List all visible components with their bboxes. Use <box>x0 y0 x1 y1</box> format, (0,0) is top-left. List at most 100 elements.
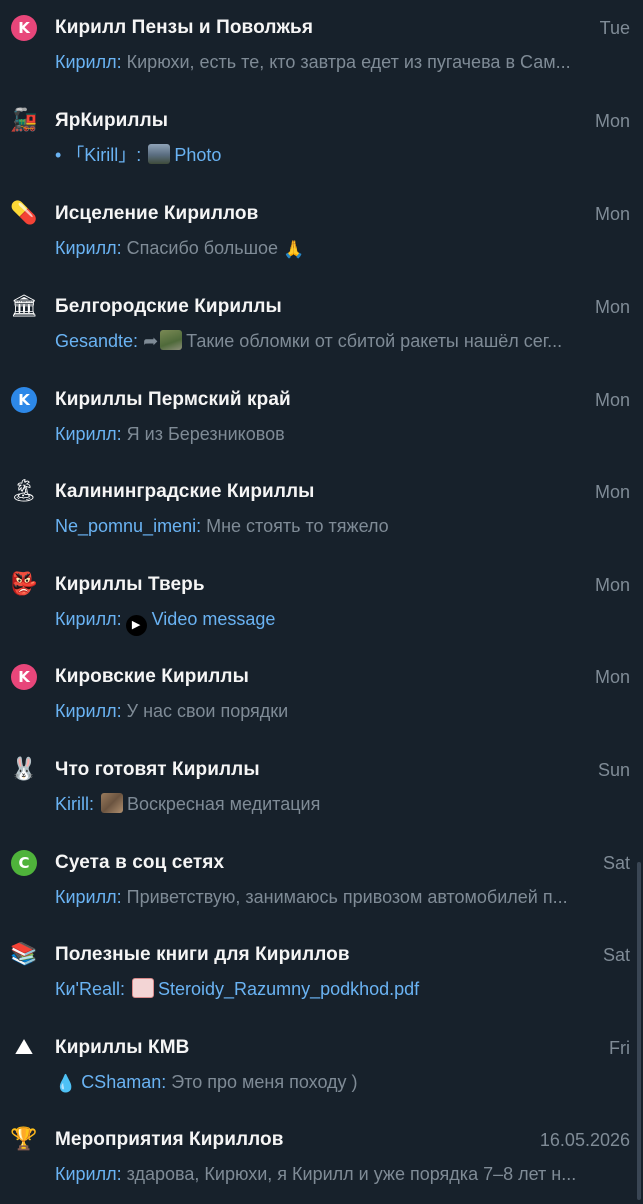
chat-preview: • 「Kirill」: Photo <box>55 143 630 167</box>
preview-sender: Ne_pomnu_imeni: <box>55 516 202 536</box>
bunny-icon: 🐰 <box>10 756 38 781</box>
preview-sender: Кирилл: <box>55 52 122 72</box>
preview-sender: Кирилл: <box>55 238 122 258</box>
chat-title: Исцеление Кириллов <box>55 203 259 224</box>
preview-sender: Кирилл: <box>55 1164 122 1184</box>
preview-text: У нас свои порядки <box>126 701 289 721</box>
chat-time: Mon <box>594 390 630 410</box>
chat-row[interactable]: 🚂 ЯрКириллы Mon • 「Kirill」: Photo <box>0 93 643 185</box>
preview-sender: Кирилл: <box>55 424 122 444</box>
preview-text: Я из Березниковов <box>126 424 285 444</box>
chat-row[interactable]: 🐰 Что готовят Кириллы Sun Kirill: Воскре… <box>0 742 643 834</box>
media-label: Video message <box>151 609 276 629</box>
preview-text: Спасибо большое <box>126 238 279 258</box>
forward-arrow-icon: ➦ <box>143 331 159 351</box>
chat-row[interactable]: ⛰ Кириллы КМВ Fri 💧 CShaman: Это про мен… <box>0 1020 643 1112</box>
preview-sender: CShaman: <box>81 1072 167 1092</box>
scrollbar[interactable] <box>637 862 641 1200</box>
preview-sender: Kirill: <box>55 794 94 814</box>
preview-text: Мне стоять то тяжело <box>206 516 389 536</box>
chat-time: Sun <box>597 760 630 780</box>
preview-sender: Gesandte: <box>55 331 139 351</box>
chat-preview: Кирилл: Приветствую, занимаюсь привозом … <box>55 885 630 909</box>
avatar: K <box>11 15 37 41</box>
chat-row[interactable]: 💊 Исцеление Кириллов Mon Кирилл: Спасибо… <box>0 186 643 278</box>
chat-title: Кирилл Пензы и Поволжья <box>55 17 314 38</box>
chat-title: Калининградские Кириллы <box>55 481 315 502</box>
preview-sender: Кирилл: <box>55 701 122 721</box>
chat-time: Mon <box>594 204 630 224</box>
chat-row[interactable]: C Суета в соц сетях Sat Кирилл: Приветст… <box>0 835 643 927</box>
preview-text: Это про меня походу ) <box>171 1072 358 1092</box>
chat-preview: Кирилл: Спасибо большое 🙏 <box>55 236 630 262</box>
chat-preview: Кирилл: здарова, Кирюхи, я Кирилл и уже … <box>55 1162 630 1186</box>
pill-icon: 💊 <box>10 200 38 225</box>
video-message-play-icon: ▶ <box>125 615 147 636</box>
preview-sender: Кирилл: <box>55 887 122 907</box>
chat-title: Полезные книги для Кириллов <box>55 944 350 965</box>
chat-time: Sat <box>602 853 630 873</box>
chat-time: Mon <box>594 575 630 595</box>
chat-preview: Ne_pomnu_imeni: Мне стоять то тяжело <box>55 514 630 538</box>
chat-preview: Gesandte: ➦ Такие обломки от сбитой ракет… <box>55 329 630 353</box>
mountain-icon: ⛰ <box>14 1034 34 1059</box>
chat-title: ЯрКириллы <box>55 110 169 131</box>
media-label: Steroidy_Razumny_podkhod.pdf <box>158 979 420 999</box>
chat-time: Mon <box>594 111 630 131</box>
preview-sender: Ки'Reall: <box>55 979 125 999</box>
chat-row[interactable]: K Кировские Кириллы Mon Кирилл: У нас св… <box>0 649 643 741</box>
pdf-thumbnail-icon <box>132 978 155 998</box>
preview-text: Воскресная медитация <box>127 794 321 814</box>
chat-title: Кириллы Пермский край <box>55 389 291 410</box>
classical-building-icon: 🏛 <box>10 293 38 318</box>
chat-row[interactable]: 🏆 Мероприятия Кириллов 16.05.2026 Кирилл… <box>0 1112 643 1204</box>
chat-preview: Ки'Reall: Steroidy_Razumny_podkhod.pdf <box>55 977 630 1001</box>
image-thumbnail-icon <box>160 330 183 350</box>
chat-row[interactable]: 📚 Полезные книги для Кириллов Sat Ки'Rea… <box>0 927 643 1019</box>
chat-title: Кириллы КМВ <box>55 1037 190 1058</box>
chat-row[interactable]: K Кирилл Пензы и Поволжья Tue Кирилл: Ки… <box>0 0 643 92</box>
chat-preview: Кирилл: У нас свои порядки <box>55 699 630 723</box>
avatar: K <box>11 387 37 413</box>
chat-preview: Кирилл: Кирюхи, есть те, кто завтра едет… <box>55 50 630 74</box>
chat-title: Кировские Кириллы <box>55 666 249 687</box>
chat-time: Mon <box>594 667 630 687</box>
chat-preview: 💧 CShaman: Это про меня походу ) <box>55 1070 630 1096</box>
chat-title: Белгородские Кириллы <box>55 296 282 317</box>
books-icon: 📚 <box>10 941 38 966</box>
chat-list: K Кирилл Пензы и Поволжья Tue Кирилл: Ки… <box>0 0 643 1200</box>
chat-time: Mon <box>594 297 630 317</box>
avatar: C <box>11 850 37 876</box>
chat-row[interactable]: 🏛 Белгородские Кириллы Mon Gesandte: ➦ Та… <box>0 279 643 371</box>
preview-text: Приветствую, занимаюсь привозом автомоби… <box>126 887 568 907</box>
chat-time: Sat <box>602 945 630 965</box>
preview-text: Такие обломки от сбитой ракеты нашёл сег… <box>186 331 563 351</box>
preview-sender: • 「Kirill」: <box>55 145 142 165</box>
chat-time: Fri <box>609 1038 630 1058</box>
chat-title: Суета в соц сетях <box>55 852 225 873</box>
avatar: K <box>11 664 37 690</box>
image-thumbnail-icon <box>101 793 124 813</box>
train-icon: 🚂 <box>10 107 38 132</box>
chat-row[interactable]: 👺 Кириллы Тверь Mon Кирилл: ▶ Video messag… <box>0 557 643 649</box>
media-label: Photo <box>174 145 222 165</box>
preview-sender: Кирилл: <box>55 609 122 629</box>
chat-title: Кириллы Тверь <box>55 574 205 595</box>
chat-title: Мероприятия Кириллов <box>55 1129 284 1150</box>
droplet-icon: 💧 <box>55 1074 77 1093</box>
chat-time: 16.05.2026 <box>539 1130 630 1150</box>
desert-island-icon: 🏝 <box>10 478 38 503</box>
praying-hands-icon: 🙏 <box>283 240 305 259</box>
preview-text: здарова, Кирюхи, я Кирилл и уже порядка … <box>126 1164 577 1184</box>
chat-title: Что готовят Кириллы <box>55 759 260 780</box>
chat-row[interactable]: 🏝 Калининградские Кириллы Mon Ne_pomnu_i… <box>0 464 643 556</box>
chat-row[interactable]: K Кириллы Пермский край Mon Кирилл: Я из… <box>0 372 643 464</box>
chat-time: Mon <box>594 482 630 502</box>
photo-thumbnail-icon <box>148 144 171 164</box>
chat-preview: Кирилл: ▶ Video message <box>55 607 630 636</box>
chat-time: Tue <box>599 18 630 38</box>
trophy-icon: 🏆 <box>10 1126 38 1151</box>
character-avatar-icon: 👺 <box>10 571 38 596</box>
chat-preview: Kirill: Воскресная медитация <box>55 792 630 816</box>
chat-preview: Кирилл: Я из Березниковов <box>55 422 630 446</box>
